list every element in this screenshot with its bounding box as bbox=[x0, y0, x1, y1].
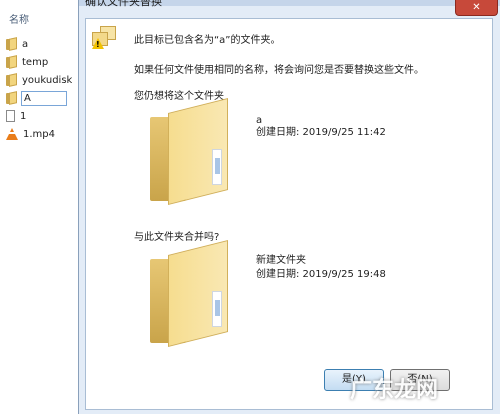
vlc-media-icon bbox=[6, 128, 18, 140]
list-item[interactable]: a bbox=[6, 35, 80, 53]
column-header-name[interactable]: 名称 bbox=[9, 11, 29, 26]
explorer-file-list: 名称 a temp youkudisk A 1 1.mp4 bbox=[0, 0, 80, 414]
file-icon bbox=[6, 110, 15, 122]
folder-icon bbox=[6, 56, 17, 68]
folder-warning-icon bbox=[92, 24, 118, 52]
close-button[interactable]: ✕ bbox=[455, 0, 498, 16]
list-item[interactable]: youkudisk bbox=[6, 71, 80, 89]
dialog-content: 此目标已包含名为“a”的文件夹。 如果任何文件使用相同的名称，将会询问您是否要替… bbox=[85, 18, 493, 410]
list-item-label: 1.mp4 bbox=[23, 128, 55, 140]
dialog-title: 确认文件夹替换 bbox=[85, 0, 162, 8]
list-item[interactable]: 1.mp4 bbox=[6, 125, 80, 143]
confirm-folder-replace-dialog: 确认文件夹替换 ✕ 此目标已包含名为“a”的文件夹。 如果任何文件使用相同的名称… bbox=[78, 0, 500, 414]
list-item-label: 1 bbox=[20, 110, 27, 122]
incoming-folder-created: 创建日期: 2019/9/25 19:48 bbox=[256, 269, 386, 280]
list-item-label: temp bbox=[22, 56, 49, 68]
rename-input[interactable]: A bbox=[21, 90, 67, 106]
existing-folder-created: 创建日期: 2019/9/25 11:42 bbox=[256, 127, 386, 138]
merge-prompt: 与此文件夹合并吗? bbox=[134, 232, 220, 243]
folder-icon bbox=[6, 92, 17, 104]
folder-icon bbox=[6, 38, 17, 50]
list-item-label: a bbox=[22, 38, 29, 50]
folder-icon bbox=[6, 74, 17, 86]
message-line-1: 此目标已包含名为“a”的文件夹。 bbox=[134, 35, 281, 46]
list-item-renaming[interactable]: A bbox=[6, 89, 80, 107]
existing-folder-icon bbox=[150, 98, 240, 205]
list-item-label: youkudisk bbox=[22, 74, 73, 86]
list-item[interactable]: temp bbox=[6, 53, 80, 71]
list-item[interactable]: 1 bbox=[6, 107, 80, 125]
message-line-2: 如果任何文件使用相同的名称，将会询问您是否要替换这些文件。 bbox=[134, 65, 424, 76]
watermark-logo: 广东龙网 bbox=[350, 378, 439, 403]
replace-prompt: 您仍想将这个文件夹 bbox=[134, 91, 224, 102]
incoming-folder-icon bbox=[150, 240, 240, 347]
